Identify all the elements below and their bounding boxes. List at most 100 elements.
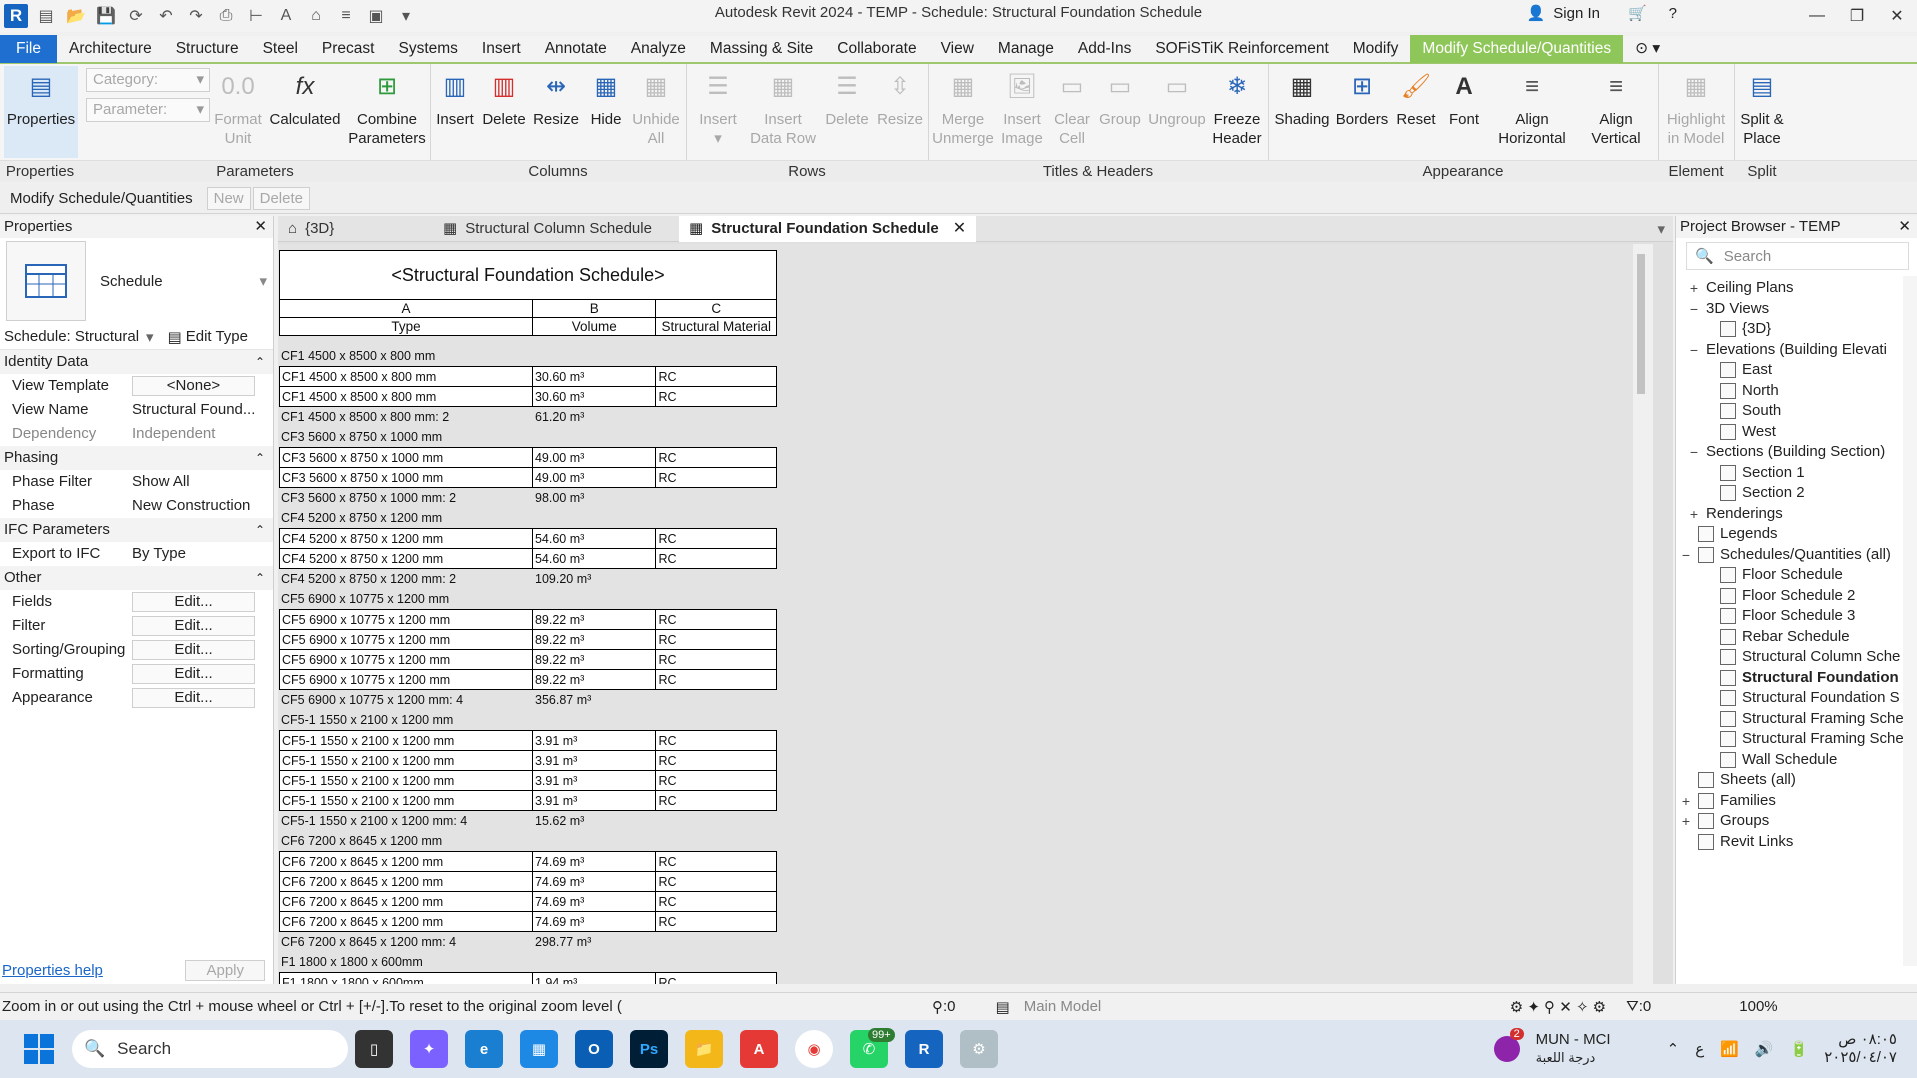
- table-cell[interactable]: 54.60 m³: [533, 529, 657, 548]
- table-cell[interactable]: CF4 5200 x 8750 x 1200 mm: [280, 529, 533, 548]
- table-cell[interactable]: RC: [656, 650, 776, 669]
- redo-icon[interactable]: ↷: [184, 5, 208, 27]
- undo-icon[interactable]: ↶: [154, 5, 178, 27]
- tab-massing-site[interactable]: Massing & Site: [698, 35, 825, 63]
- header-type[interactable]: Type: [280, 318, 533, 335]
- thin-lines-icon[interactable]: ≡: [334, 5, 358, 27]
- schedule-title[interactable]: <Structural Foundation Schedule>: [279, 250, 777, 300]
- column-letter-a[interactable]: A: [280, 300, 533, 317]
- taskbar-search[interactable]: 🔍 Search: [72, 1030, 348, 1068]
- vertical-scrollbar[interactable]: [1633, 244, 1653, 984]
- copilot-icon[interactable]: ✦: [410, 1030, 448, 1068]
- group-total-row[interactable]: CF1 4500 x 8500 x 800 mm: 2 61.20 m³: [279, 407, 777, 427]
- table-cell[interactable]: CF5-1 1550 x 2100 x 1200 mm: [280, 771, 533, 790]
- clock[interactable]: ٠٨:٠٥ ص ٢٠٢٥/٠٤/٠٧: [1824, 1031, 1897, 1067]
- combine-parameters-button[interactable]: ⊞ Combine Parameters: [346, 66, 428, 148]
- worksets-icon[interactable]: ⚲: [932, 998, 943, 1016]
- minimize-icon[interactable]: —: [1797, 0, 1837, 32]
- table-cell[interactable]: RC: [656, 912, 776, 931]
- table-row[interactable]: CF5 6900 x 10775 x 1200 mm 89.22 m³ RC: [279, 610, 777, 630]
- table-cell[interactable]: 89.22 m³: [533, 630, 657, 649]
- collapse-icon[interactable]: ⌃: [255, 446, 265, 470]
- schedule-group-header[interactable]: CF4 5200 x 8750 x 1200 mm: [279, 508, 777, 528]
- font-button[interactable]: A Font: [1442, 66, 1486, 129]
- text-icon[interactable]: A: [274, 5, 298, 27]
- collapse-icon[interactable]: −: [1680, 543, 1692, 567]
- tray-chevron-icon[interactable]: ⌃: [1667, 1040, 1680, 1058]
- open-icon[interactable]: 📂: [64, 5, 88, 27]
- customize-qat-icon[interactable]: ▾: [394, 5, 418, 27]
- table-cell[interactable]: RC: [656, 549, 776, 568]
- active-model[interactable]: Main Model: [1024, 998, 1284, 1015]
- resize-column-button[interactable]: ⇹ Resize: [530, 66, 582, 129]
- table-row[interactable]: CF6 7200 x 8645 x 1200 mm 74.69 m³ RC: [279, 912, 777, 932]
- clear-cell-button[interactable]: ▭ Clear Cell: [1050, 66, 1094, 148]
- table-cell[interactable]: 74.69 m³: [533, 912, 657, 931]
- parameter-dropdown[interactable]: Parameter:: [86, 98, 210, 122]
- table-cell[interactable]: CF5 6900 x 10775 x 1200 mm: [280, 630, 533, 649]
- tab-structure[interactable]: Structure: [164, 35, 251, 63]
- sign-in[interactable]: 👤 Sign In 🛒 ?: [1527, 4, 1677, 23]
- align-horizontal-button[interactable]: ≡ Align Horizontal: [1488, 66, 1576, 148]
- header-material[interactable]: Structural Material: [656, 318, 776, 335]
- print-icon[interactable]: ⎙: [214, 5, 238, 27]
- property-group[interactable]: IFC Parameters ⌃: [0, 518, 273, 542]
- schedule-group-header[interactable]: CF5-1 1550 x 2100 x 1200 mm: [279, 710, 777, 730]
- measure-icon[interactable]: ⊢: [244, 5, 268, 27]
- insert-column-button[interactable]: ▥ Insert: [432, 66, 478, 129]
- table-row[interactable]: CF1 4500 x 8500 x 800 mm 30.60 m³ RC: [279, 387, 777, 407]
- collapse-icon[interactable]: −: [1688, 440, 1700, 464]
- table-cell[interactable]: CF6 7200 x 8645 x 1200 mm: [280, 872, 533, 891]
- table-cell[interactable]: RC: [656, 751, 776, 770]
- table-row[interactable]: CF5-1 1550 x 2100 x 1200 mm 3.91 m³ RC: [279, 731, 777, 751]
- acrobat-icon[interactable]: A: [740, 1030, 778, 1068]
- insert-data-row-button[interactable]: ▦ Insert Data Row: [748, 66, 818, 148]
- property-group[interactable]: Identity Data ⌃: [0, 350, 273, 374]
- close-window-icon[interactable]: ✕: [1877, 0, 1917, 32]
- table-cell[interactable]: RC: [656, 468, 776, 487]
- property-value[interactable]: Edit...: [132, 688, 255, 708]
- freeze-header-button[interactable]: ❄ Freeze Header: [1210, 66, 1264, 148]
- group-total-row[interactable]: CF6 7200 x 8645 x 1200 mm: 4 298.77 m³: [279, 932, 777, 952]
- table-row[interactable]: CF6 7200 x 8645 x 1200 mm 74.69 m³ RC: [279, 872, 777, 892]
- table-cell[interactable]: RC: [656, 670, 776, 689]
- tab-systems[interactable]: Systems: [386, 35, 469, 63]
- property-value[interactable]: Show All: [132, 470, 273, 494]
- hide-column-button[interactable]: ▦ Hide: [584, 66, 628, 129]
- browser-scrollbar[interactable]: [1903, 276, 1917, 966]
- merge-unmerge-button[interactable]: ▦ Merge Unmerge: [932, 66, 994, 148]
- table-cell[interactable]: RC: [656, 791, 776, 810]
- property-value[interactable]: Structural Found...: [132, 398, 273, 422]
- tab-analyze[interactable]: Analyze: [619, 35, 698, 63]
- group-total-row[interactable]: CF5 6900 x 10775 x 1200 mm: 4 356.87 m³: [279, 690, 777, 710]
- browser-item[interactable]: Revit Links: [1680, 830, 1793, 854]
- table-cell[interactable]: 74.69 m³: [533, 852, 657, 871]
- table-row[interactable]: CF4 5200 x 8750 x 1200 mm 54.60 m³ RC: [279, 529, 777, 549]
- table-cell[interactable]: RC: [656, 529, 776, 548]
- schedule-group-header[interactable]: CF5 6900 x 10775 x 1200 mm: [279, 589, 777, 609]
- network-status[interactable]: 2: [1493, 1028, 1524, 1062]
- resize-row-button[interactable]: ⇳ Resize: [874, 66, 926, 129]
- group-total-row[interactable]: CF5-1 1550 x 2100 x 1200 mm: 4 15.62 m³: [279, 811, 777, 831]
- tab-3d-view[interactable]: ⌂ {3D}: [278, 216, 433, 242]
- table-cell[interactable]: RC: [656, 610, 776, 629]
- task-view-icon[interactable]: ▯: [355, 1030, 393, 1068]
- table-cell[interactable]: RC: [656, 973, 776, 984]
- table-row[interactable]: CF5 6900 x 10775 x 1200 mm 89.22 m³ RC: [279, 630, 777, 650]
- tab-modify[interactable]: Modify: [1341, 35, 1411, 63]
- unhide-all-button[interactable]: ▦ Unhide All: [630, 66, 682, 148]
- table-cell[interactable]: CF3 5600 x 8750 x 1000 mm: [280, 468, 533, 487]
- table-cell[interactable]: CF5 6900 x 10775 x 1200 mm: [280, 650, 533, 669]
- type-dropdown-icon[interactable]: ▾: [259, 272, 267, 290]
- chrome-icon[interactable]: ◉: [795, 1030, 833, 1068]
- delete-button[interactable]: Delete: [252, 187, 310, 210]
- collapse-icon[interactable]: ⌃: [255, 566, 265, 590]
- group-button[interactable]: ▭ Group: [1096, 66, 1144, 129]
- table-row[interactable]: CF6 7200 x 8645 x 1200 mm 74.69 m³ RC: [279, 852, 777, 872]
- align-vertical-button[interactable]: ≡ Align Vertical: [1578, 66, 1654, 148]
- edit-type-button[interactable]: Edit Type: [186, 328, 248, 345]
- network-app-icon[interactable]: ⚙: [960, 1030, 998, 1068]
- collapse-icon[interactable]: ⌃: [255, 518, 265, 542]
- ribbon-display-icon[interactable]: ⊙ ▾: [1623, 35, 1672, 63]
- property-value[interactable]: Edit...: [132, 664, 255, 684]
